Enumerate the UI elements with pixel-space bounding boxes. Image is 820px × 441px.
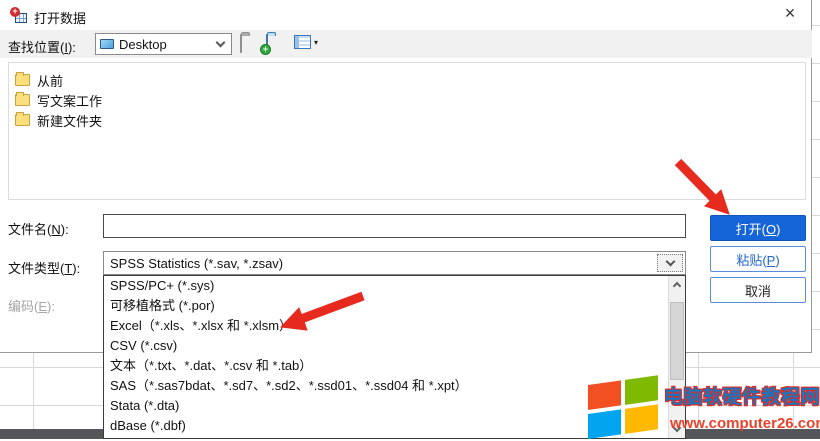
file-type-option[interactable]: 可移植格式 (*.por) bbox=[104, 296, 685, 316]
file-type-option-excel[interactable]: Excel（*.xls、*.xlsx 和 *.xlsm） bbox=[104, 316, 685, 336]
file-name-input[interactable] bbox=[103, 214, 686, 238]
new-folder-icon: + bbox=[266, 34, 268, 53]
watermark-site-url: www.computer26.com bbox=[670, 415, 820, 432]
file-type-option[interactable]: 文本（*.txt、*.dat、*.csv 和 *.tab） bbox=[104, 356, 685, 376]
location-value: Desktop bbox=[119, 37, 167, 52]
scrollbar-thumb[interactable] bbox=[670, 302, 684, 380]
close-icon[interactable]: × bbox=[779, 3, 801, 25]
file-list-panel[interactable]: 从前 写文案工作 新建文件夹 bbox=[8, 62, 806, 200]
file-type-label: 文件类型(T): bbox=[8, 258, 80, 277]
desktop-icon bbox=[100, 39, 114, 49]
folder-icon bbox=[15, 114, 30, 126]
file-type-dropdown[interactable]: SPSS Statistics (*.sav, *.zsav) bbox=[103, 251, 686, 275]
folder-icon bbox=[15, 74, 30, 86]
chevron-down-icon bbox=[216, 38, 226, 48]
encoding-label: 编码(E): bbox=[8, 296, 55, 315]
dialog-title: 打开数据 bbox=[34, 8, 86, 27]
scroll-up-icon[interactable] bbox=[669, 276, 685, 293]
dialog-toolbar: 查找位置(I): Desktop + ▾ bbox=[0, 30, 812, 58]
file-type-option[interactable]: CSV (*.csv) bbox=[104, 336, 685, 356]
file-name-label: 文件名(N): bbox=[8, 219, 69, 238]
file-type-option[interactable]: SPSS/PC+ (*.sys) bbox=[104, 276, 685, 296]
caret-down-icon: ▾ bbox=[314, 38, 318, 47]
up-one-level-button[interactable] bbox=[240, 35, 242, 53]
paste-button[interactable]: 粘贴(P) bbox=[710, 246, 806, 272]
spss-data-icon: + bbox=[10, 7, 27, 24]
location-dropdown[interactable]: Desktop bbox=[95, 33, 232, 55]
watermark: 电脑软硬件教程网 www.computer26.com bbox=[586, 376, 820, 439]
cancel-button[interactable]: 取消 bbox=[710, 277, 806, 303]
views-icon bbox=[294, 35, 311, 49]
dialog-titlebar: + 打开数据 × bbox=[0, 0, 811, 30]
views-menu-button[interactable]: ▾ bbox=[294, 35, 318, 49]
file-type-dropdown-button[interactable] bbox=[657, 254, 683, 272]
folder-up-icon bbox=[240, 34, 242, 53]
chevron-down-icon bbox=[665, 257, 675, 267]
folder-item[interactable]: 写文案工作 bbox=[15, 91, 102, 109]
open-button[interactable]: 打开(O) bbox=[710, 215, 806, 241]
folder-icon bbox=[15, 94, 30, 106]
new-folder-button[interactable]: + bbox=[266, 35, 268, 53]
watermark-site-name: 电脑软硬件教程网 bbox=[664, 382, 820, 409]
file-type-value: SPSS Statistics (*.sav, *.zsav) bbox=[110, 256, 283, 271]
folder-item[interactable]: 新建文件夹 bbox=[15, 111, 102, 129]
folder-item[interactable]: 从前 bbox=[15, 71, 63, 89]
look-in-label: 查找位置(I): bbox=[8, 37, 76, 56]
windows-flag-logo-icon bbox=[588, 375, 660, 441]
